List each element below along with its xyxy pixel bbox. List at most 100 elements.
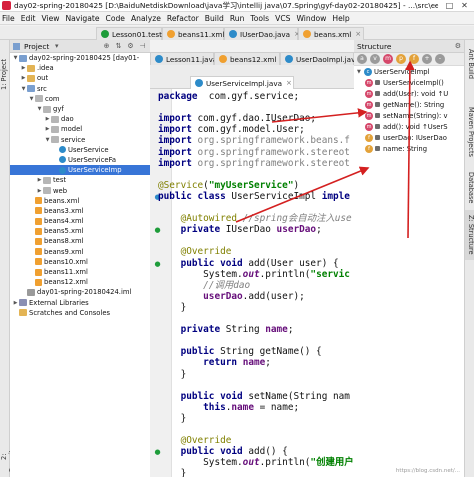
editor-tab[interactable]: Lesson01.test1× [96, 27, 176, 40]
menu-refactor[interactable]: Refactor [167, 14, 199, 23]
expanded-arrow-icon[interactable]: ▼ [44, 137, 51, 143]
project-tool-tab[interactable]: 1: Project [0, 44, 10, 104]
structure-item[interactable]: m setName(String): v [354, 110, 464, 121]
expanded-arrow-icon[interactable]: ▼ [12, 55, 19, 61]
tree-item[interactable]: ▼ gyf [10, 104, 150, 114]
editor-tab[interactable]: beans.xml × [298, 27, 364, 40]
collapsed-arrow-icon[interactable]: ▶ [44, 126, 51, 132]
collapsed-arrow-icon[interactable]: ▶ [12, 300, 19, 306]
expanded-arrow-icon[interactable]: ▼ [28, 96, 35, 102]
tab-close-icon[interactable]: × [355, 30, 361, 38]
editor-tab[interactable]: IUserDao.java × [224, 27, 300, 40]
tree-item[interactable]: ▼ day02-spring-20180425 [day01- [10, 53, 150, 63]
tree-item[interactable]: ▶ dao [10, 114, 150, 124]
tree-item[interactable]: UserServiceFa [10, 155, 150, 165]
maven-projects-tab[interactable]: Maven Projects [465, 98, 474, 166]
tree-item[interactable]: ▶ web [10, 185, 150, 195]
structure-tool-tab[interactable]: Z: Structure [465, 210, 474, 260]
tree-item-label: dao [61, 115, 74, 124]
dropdown-icon[interactable]: ▾ [52, 42, 61, 51]
menu-edit[interactable]: Edit [21, 14, 36, 23]
editor-tab[interactable]: UserDaoImpl.java× [280, 52, 370, 65]
tree-item[interactable]: ▶ model [10, 124, 150, 134]
tree-item[interactable]: beans12.xml [10, 277, 150, 287]
collapse-icon[interactable]: ⇅ [114, 42, 123, 51]
collapsed-arrow-icon[interactable]: ▶ [20, 75, 27, 81]
tab-close-icon[interactable]: × [286, 79, 292, 87]
tree-item[interactable]: beans5.xml [10, 226, 150, 236]
tree-item[interactable]: ▼ service [10, 135, 150, 145]
menu-build[interactable]: Build [205, 14, 224, 23]
tree-item[interactable]: ▶ .idea [10, 63, 150, 73]
class-icon [59, 146, 66, 154]
sort-alpha-icon[interactable]: a [357, 54, 367, 64]
tree-item[interactable]: beans11.xml [10, 267, 150, 277]
close-button[interactable]: ✕ [457, 0, 472, 11]
menu-view[interactable]: View [41, 14, 59, 23]
structure-settings-icon[interactable]: ⚙ [455, 42, 461, 50]
expanded-arrow-icon[interactable]: ▼ [357, 69, 364, 75]
menu-code[interactable]: Code [106, 14, 125, 23]
menu-help[interactable]: Help [332, 14, 349, 23]
favorites-tool-tab[interactable]: 2: Favorites [0, 440, 16, 474]
show-properties-icon[interactable]: p [396, 54, 406, 64]
menu-analyze[interactable]: Analyze [131, 14, 161, 23]
hide-icon[interactable]: ⊣ [138, 42, 147, 51]
tree-item[interactable]: ▶ out [10, 73, 150, 83]
editor-tab[interactable]: beans12.xml× [214, 52, 286, 65]
tree-item[interactable]: ▶ test [10, 175, 150, 185]
tree-item[interactable]: UserService [10, 145, 150, 155]
collapsed-arrow-icon[interactable]: ▶ [44, 116, 51, 122]
show-fields-icon[interactable]: f [409, 54, 419, 64]
editor-tab[interactable]: UserServiceImpl.java × [190, 76, 294, 89]
structure-item[interactable]: m getName(): String [354, 99, 464, 110]
window-title: day02-spring-20180425 [D:\BaiduNetdiskDo… [14, 1, 438, 10]
menu-file[interactable]: File [2, 14, 15, 23]
editor-tab[interactable]: beans11.xml× [162, 27, 234, 40]
sort-visibility-icon[interactable]: v [370, 54, 380, 64]
expanded-arrow-icon[interactable]: ▼ [36, 106, 43, 112]
collapsed-arrow-icon[interactable]: ▶ [20, 65, 27, 71]
editor-tab[interactable]: Lesson11.java× [150, 52, 227, 65]
structure-item[interactable]: f userDao: IUserDao [354, 132, 464, 143]
tree-item[interactable]: ▼ src [10, 84, 150, 94]
tree-item[interactable]: ▼ com [10, 94, 150, 104]
collapsed-arrow-icon[interactable]: ▶ [36, 177, 43, 183]
settings-gear-icon[interactable]: ⚙ [126, 42, 135, 51]
menu-vcs[interactable]: VCS [275, 14, 290, 23]
tree-item[interactable]: ▶ External Libraries [10, 298, 150, 308]
menu-window[interactable]: Window [296, 14, 326, 23]
project-panel-label[interactable]: Project [24, 42, 49, 51]
tree-item[interactable]: Scratches and Consoles [10, 308, 150, 318]
database-tab[interactable]: Database [465, 168, 474, 208]
ant-build-tab[interactable]: Ant Build [465, 44, 474, 84]
tree-item[interactable]: UserServiceImp [10, 165, 150, 176]
tree-item-label: src [37, 84, 47, 93]
locate-icon[interactable]: ⊕ [102, 42, 111, 51]
tree-item[interactable]: beans.xml [10, 196, 150, 206]
structure-item[interactable]: m UserServiceImpl() [354, 77, 464, 88]
structure-item[interactable]: ▼ c UserServiceImpl [354, 66, 464, 77]
tree-item[interactable]: beans4.xml [10, 216, 150, 226]
menu-navigate[interactable]: Navigate [65, 14, 99, 23]
expanded-arrow-icon[interactable]: ▼ [20, 86, 27, 92]
collapsed-arrow-icon[interactable]: ▶ [36, 188, 43, 194]
structure-item[interactable]: m add(User): void ↑U [354, 88, 464, 99]
tree-item[interactable]: beans8.xml [10, 236, 150, 246]
tree-item[interactable]: beans10.xml [10, 257, 150, 267]
code-editor[interactable]: ● ● ● ● package com.gyf.service; import com.… [150, 89, 354, 477]
minimize-button[interactable]: — [427, 0, 442, 11]
tree-item[interactable]: beans3.xml [10, 206, 150, 216]
tree-item[interactable]: beans9.xml [10, 247, 150, 257]
code-area[interactable]: package com.gyf.service; import com.gyf.d… [158, 89, 354, 477]
maximize-button[interactable]: □ [442, 0, 457, 11]
menu-run[interactable]: Run [230, 14, 245, 23]
show-methods-icon[interactable]: m [383, 54, 393, 64]
menu-tools[interactable]: Tools [250, 14, 269, 23]
structure-item[interactable]: m add(): void ↑UserS [354, 121, 464, 132]
collapse-all-icon[interactable]: - [435, 54, 445, 64]
tree-item[interactable]: day01-spring-20180424.iml [10, 287, 150, 297]
structure-item[interactable]: f name: String [354, 143, 464, 154]
expand-icon[interactable]: + [422, 54, 432, 64]
code-token: } [158, 468, 187, 477]
